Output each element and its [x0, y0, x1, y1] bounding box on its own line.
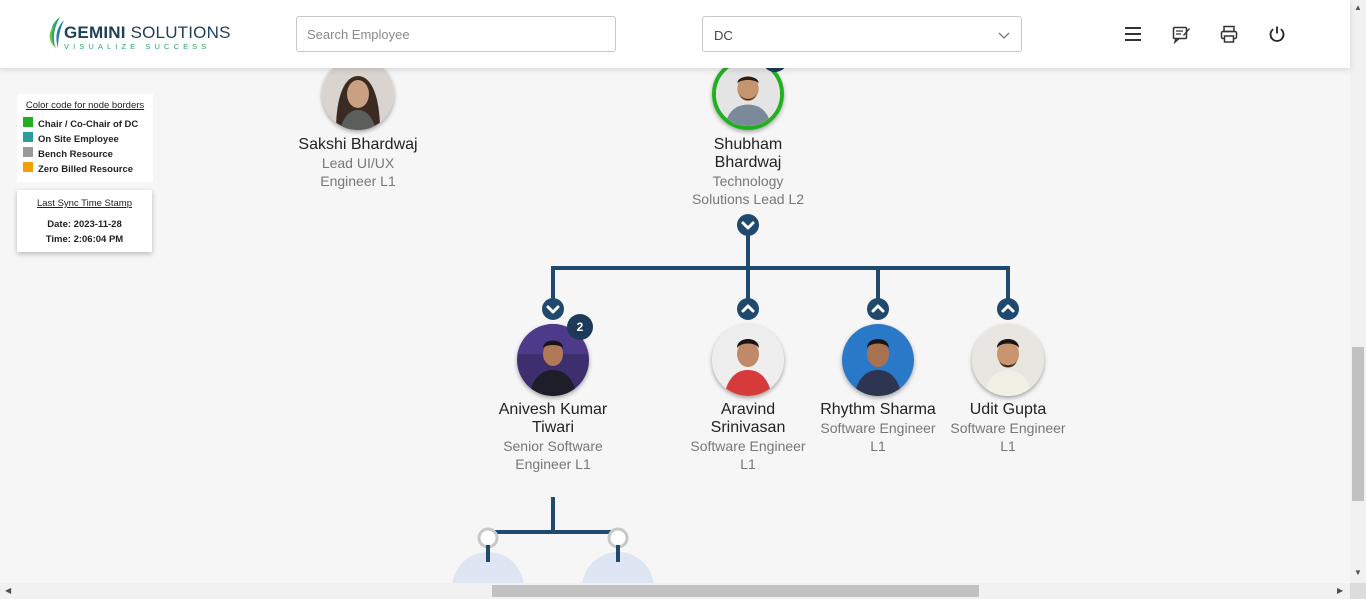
expand-toggle-button[interactable]	[737, 298, 759, 320]
employee-name: Sakshi Bhardwaj	[298, 136, 418, 153]
menu-icon[interactable]	[1123, 24, 1143, 44]
chevron-up-icon	[871, 304, 885, 313]
employee-role: Lead UI/UX Engineer L1	[320, 155, 396, 189]
chevron-down-icon	[741, 221, 755, 230]
dc-select[interactable]: DC	[702, 16, 1022, 52]
scroll-up-arrow-icon[interactable]: ▲	[1354, 4, 1362, 12]
feedback-icon[interactable]	[1171, 24, 1191, 44]
logo-text-rest: SOLUTIONS	[125, 23, 231, 42]
chevron-up-icon	[1001, 304, 1015, 313]
scroll-right-arrow-icon[interactable]: ▶	[1337, 587, 1343, 595]
node-shubham: Shubham Bhardwaj Technology Solutions Le…	[683, 136, 813, 208]
employee-role: Software Engineer L1	[950, 420, 1066, 454]
employee-name: Rhythm Sharma	[820, 401, 936, 418]
logo-tagline: VISUALIZE SUCCESS	[64, 42, 211, 51]
person-photo-icon	[716, 62, 780, 126]
employee-role: Senior Software Engineer L1	[503, 438, 603, 472]
person-photo-icon	[972, 324, 1044, 396]
vertical-scrollbar[interactable]: ▲ ▼	[1350, 0, 1366, 583]
employee-name: Anivesh Kumar Tiwari	[498, 401, 608, 436]
expand-toggle-button[interactable]	[542, 298, 564, 320]
horizontal-scrollbar[interactable]: ◀ ▶	[0, 583, 1350, 599]
employee-name: Aravind Srinivasan	[710, 401, 786, 436]
tree-connectors	[452, 235, 1010, 583]
person-photo-icon	[842, 324, 914, 396]
report-count-badge[interactable]: 2	[567, 314, 593, 340]
person-photo-icon	[712, 324, 784, 396]
search-employee-input[interactable]	[296, 16, 616, 52]
avatar-sakshi[interactable]	[322, 58, 394, 130]
scroll-down-arrow-icon[interactable]: ▼	[1354, 569, 1362, 577]
chevron-down-icon	[998, 32, 1010, 39]
avatar-udit[interactable]	[972, 324, 1044, 396]
collapse-toggle-button[interactable]	[737, 214, 759, 236]
company-logo[interactable]: GEMINI SOLUTIONS VISUALIZE SUCCESS	[46, 16, 230, 52]
node-anivesh: Anivesh Kumar Tiwari Senior Software Eng…	[488, 401, 618, 473]
scroll-left-arrow-icon[interactable]: ◀	[5, 587, 11, 595]
node-udit: Udit Gupta Software Engineer L1	[943, 401, 1073, 455]
dc-select-value: DC	[714, 28, 733, 43]
employee-role: Software Engineer L1	[690, 438, 806, 472]
employee-name: Shubham Bhardwaj	[713, 136, 783, 171]
employee-role: Technology Solutions Lead L2	[691, 173, 805, 207]
top-bar: GEMINI SOLUTIONS VISUALIZE SUCCESS DC	[0, 0, 1350, 68]
expand-toggle-button[interactable]	[867, 298, 889, 320]
power-icon[interactable]	[1267, 24, 1287, 44]
chevron-up-icon	[741, 304, 755, 313]
logo-text-bold: GEMINI	[64, 23, 126, 42]
node-aravind: Aravind Srinivasan Software Engineer L1	[683, 401, 813, 473]
person-photo-icon	[322, 58, 394, 130]
employee-role: Software Engineer L1	[820, 420, 936, 454]
vertical-scroll-thumb[interactable]	[1352, 347, 1364, 501]
avatar-aravind[interactable]	[712, 324, 784, 396]
expand-toggle-button[interactable]	[997, 298, 1019, 320]
avatar-rhythm[interactable]	[842, 324, 914, 396]
employee-name: Udit Gupta	[969, 401, 1047, 418]
print-icon[interactable]	[1219, 24, 1239, 44]
node-sakshi: Sakshi Bhardwaj Lead UI/UX Engineer L1	[293, 136, 423, 190]
scrollbar-corner	[1350, 583, 1366, 599]
node-rhythm: Rhythm Sharma Software Engineer L1	[813, 401, 943, 455]
horizontal-scroll-thumb[interactable]	[492, 585, 979, 597]
chevron-down-icon	[546, 305, 560, 314]
leaf-logo-icon	[49, 17, 64, 49]
